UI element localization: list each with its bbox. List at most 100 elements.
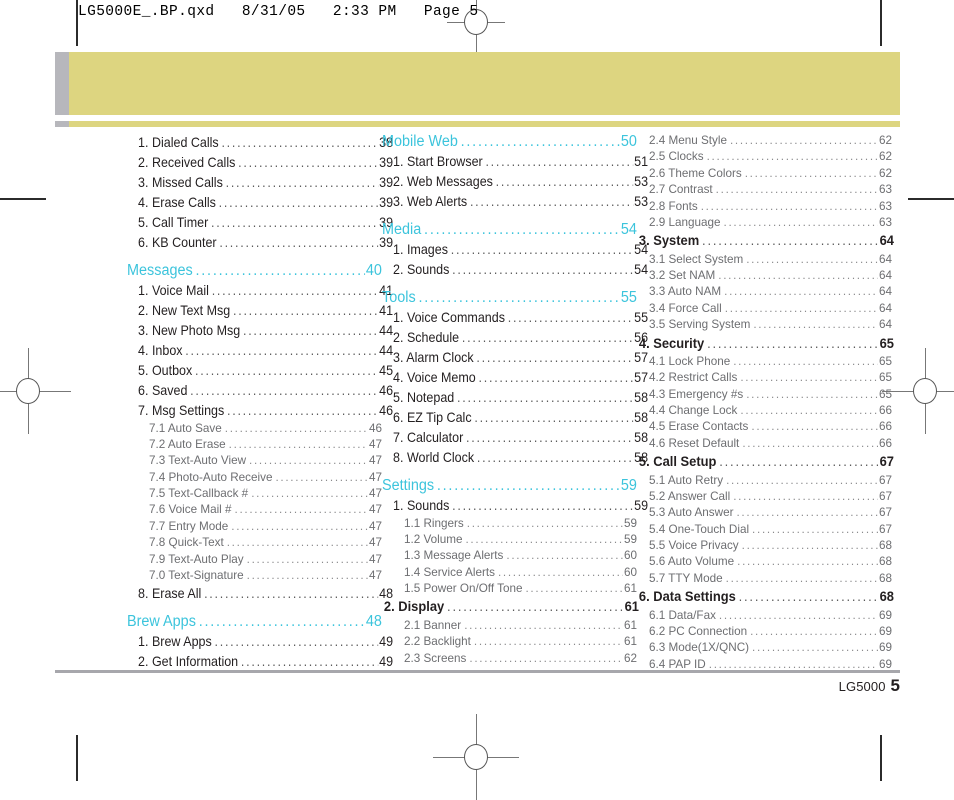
toc-entry[interactable]: 6. EZ Tip Calc..........................… [382, 408, 648, 428]
toc-entry[interactable]: 5.5 Voice Privacy.......................… [637, 538, 892, 554]
toc-entry[interactable]: 1.2 Volume..............................… [382, 532, 637, 548]
toc-entry[interactable]: 2.7 Contrast............................… [637, 182, 892, 198]
toc-entry[interactable]: 7.6 Voice Mail #........................… [127, 502, 382, 518]
toc-entry-label: 7.8 Quick-Text [149, 536, 224, 550]
toc-entry[interactable]: 2.2 Backlight...........................… [382, 634, 637, 650]
toc-entry[interactable]: 5.3 Auto Answer.........................… [637, 505, 892, 521]
toc-entry-page: 58 [634, 429, 649, 445]
toc-entry[interactable]: 3. Alarm Clock..........................… [382, 348, 648, 368]
toc-entry[interactable]: 3.2 Set NAM.............................… [637, 268, 892, 284]
toc-entry[interactable]: 7.2 Auto Erase..........................… [127, 437, 382, 453]
toc-entry[interactable]: 7.1 Auto Save...........................… [127, 421, 382, 437]
toc-entry[interactable]: 5. Call Setup...........................… [637, 452, 894, 472]
toc-entry[interactable]: Tools...................................… [382, 280, 637, 307]
toc-leader-dots: ........................................… [476, 349, 634, 365]
toc-entry[interactable]: Brew Apps...............................… [127, 604, 382, 631]
toc-entry[interactable]: 4.2 Restrict Calls......................… [637, 370, 892, 386]
crop-mark-bottom-left [76, 735, 78, 781]
toc-entry-page: 69 [878, 641, 892, 655]
toc-entry-page: 64 [878, 285, 892, 299]
toc-entry[interactable]: 2.6 Theme Colors........................… [637, 166, 892, 182]
toc-entry[interactable]: 3.4 Force Call..........................… [637, 301, 892, 317]
toc-entry[interactable]: 8. World Clock..........................… [382, 448, 648, 468]
toc-entry[interactable]: 1.1 Ringers.............................… [382, 516, 637, 532]
toc-entry[interactable]: 2. New Text Msg.........................… [127, 301, 393, 321]
toc-leader-dots: ........................................… [231, 519, 368, 533]
toc-entry-page: 59 [634, 497, 649, 513]
toc-entry[interactable]: 7.5 Text-Callback #.....................… [127, 486, 382, 502]
toc-entry[interactable]: 2.4 Menu Style..........................… [637, 133, 892, 149]
toc-entry[interactable]: 8. Erase All............................… [127, 584, 393, 604]
toc-entry[interactable]: 2. Display..............................… [382, 597, 639, 617]
toc-entry-page: 64 [878, 269, 892, 283]
toc-entry[interactable]: 4.5 Erase Contacts......................… [637, 419, 892, 435]
toc-leader-dots: ........................................… [733, 354, 878, 368]
toc-entry[interactable]: 7.4 Photo-Auto Receive..................… [127, 470, 382, 486]
toc-entry[interactable]: 4.6 Reset Default.......................… [637, 436, 892, 452]
toc-entry-label: 2. Schedule [393, 329, 460, 345]
toc-entry[interactable]: 5. Call Timer...........................… [127, 213, 393, 233]
toc-entry[interactable]: 2.9 Language............................… [637, 215, 892, 231]
toc-entry[interactable]: 6.1 Data/Fax............................… [637, 608, 892, 624]
toc-entry[interactable]: 2. Web Messages.........................… [382, 172, 648, 192]
toc-entry[interactable]: 4.4 Change Lock.........................… [637, 403, 892, 419]
toc-entry[interactable]: 3. Web Alerts...........................… [382, 192, 648, 212]
toc-entry[interactable]: 2.8 Fonts...............................… [637, 199, 892, 215]
toc-entry[interactable]: 2.1 Banner..............................… [382, 618, 637, 634]
toc-entry[interactable]: 7.7 Entry Mode..........................… [127, 519, 382, 535]
toc-entry[interactable]: 2. Schedule.............................… [382, 328, 648, 348]
toc-entry[interactable]: 6. Data Settings........................… [637, 587, 894, 607]
toc-entry[interactable]: 2.3 Screens.............................… [382, 651, 637, 667]
toc-entry[interactable]: 7.3 Text-Auto View......................… [127, 453, 382, 469]
toc-entry[interactable]: 4. Voice Memo...........................… [382, 368, 648, 388]
toc-entry[interactable]: 3. New Photo Msg........................… [127, 321, 393, 341]
toc-entry[interactable]: 7.8 Quick-Text..........................… [127, 535, 382, 551]
toc-entry[interactable]: 5.2 Answer Call.........................… [637, 489, 892, 505]
toc-entry[interactable]: 4.3 Emergency #s........................… [637, 387, 892, 403]
toc-entry[interactable]: Settings................................… [382, 468, 637, 495]
toc-entry[interactable]: 3.5 Serving System......................… [637, 317, 892, 333]
toc-entry[interactable]: 3.3 Auto NAM............................… [637, 284, 892, 300]
toc-entry[interactable]: 1. Dialed Calls.........................… [127, 133, 393, 153]
toc-entry[interactable]: 1. Start Browser........................… [382, 152, 648, 172]
toc-entry[interactable]: 5.7 TTY Mode............................… [637, 571, 892, 587]
toc-entry[interactable]: 3. System...............................… [637, 231, 894, 251]
toc-entry[interactable]: 4. Erase Calls..........................… [127, 193, 393, 213]
toc-entry[interactable]: 7. Calculator...........................… [382, 428, 648, 448]
toc-entry[interactable]: 5.1 Auto Retry..........................… [637, 473, 892, 489]
toc-entry[interactable]: 1.4 Service Alerts......................… [382, 565, 637, 581]
toc-entry[interactable]: 1. Voice Mail...........................… [127, 281, 393, 301]
toc-entry[interactable]: 6.2 PC Connection.......................… [637, 624, 892, 640]
toc-entry[interactable]: 1.5 Power On/Off Tone...................… [382, 581, 637, 597]
toc-entry[interactable]: 5. Outbox...............................… [127, 361, 393, 381]
toc-entry[interactable]: 5.6 Auto Volume.........................… [637, 554, 892, 570]
toc-entry[interactable]: 5. Notepad..............................… [382, 388, 648, 408]
toc-entry[interactable]: 1.3 Message Alerts......................… [382, 548, 637, 564]
toc-entry[interactable]: 1. Brew Apps............................… [127, 632, 393, 652]
toc-entry[interactable]: Media...................................… [382, 212, 637, 239]
toc-entry[interactable]: 4.1 Lock Phone..........................… [637, 354, 892, 370]
toc-entry[interactable]: 7.9 Text-Auto Play......................… [127, 552, 382, 568]
toc-entry-page: 60 [623, 565, 637, 579]
toc-entry[interactable]: 3.1 Select System.......................… [637, 252, 892, 268]
toc-entry[interactable]: 4. Inbox................................… [127, 341, 393, 361]
toc-entry[interactable]: 3. Missed Calls.........................… [127, 173, 393, 193]
toc-leader-dots: ........................................… [233, 302, 379, 318]
toc-entry[interactable]: 7. Msg Settings.........................… [127, 401, 393, 421]
toc-entry[interactable]: Messages................................… [127, 253, 382, 280]
toc-entry[interactable]: 2. Sounds...............................… [382, 260, 648, 280]
toc-entry[interactable]: 6.3 Mode(1X/QNC)........................… [637, 640, 892, 656]
toc-entry[interactable]: 1. Voice Commands.......................… [382, 308, 648, 328]
toc-entry[interactable]: 5.4 One-Touch Dial......................… [637, 522, 892, 538]
toc-entry[interactable]: Mobile Web..............................… [382, 133, 637, 151]
toc-entry[interactable]: 2.5 Clocks..............................… [637, 149, 892, 165]
toc-entry[interactable]: 6. KB Counter...........................… [127, 233, 393, 253]
toc-entry[interactable]: 6. Saved................................… [127, 381, 393, 401]
toc-entry-page: 40 [365, 261, 382, 279]
toc-entry[interactable]: 2. Received Calls.......................… [127, 153, 393, 173]
toc-entry[interactable]: 7.0 Text-Signature......................… [127, 568, 382, 584]
toc-entry[interactable]: 4. Security.............................… [637, 334, 894, 354]
toc-entry[interactable]: 1. Images...............................… [382, 240, 648, 260]
document-slug-line: LG5000E_.BP.qxd 8/31/05 2:33 PM Page 5 [78, 4, 479, 20]
toc-entry[interactable]: 1. Sounds...............................… [382, 496, 648, 516]
